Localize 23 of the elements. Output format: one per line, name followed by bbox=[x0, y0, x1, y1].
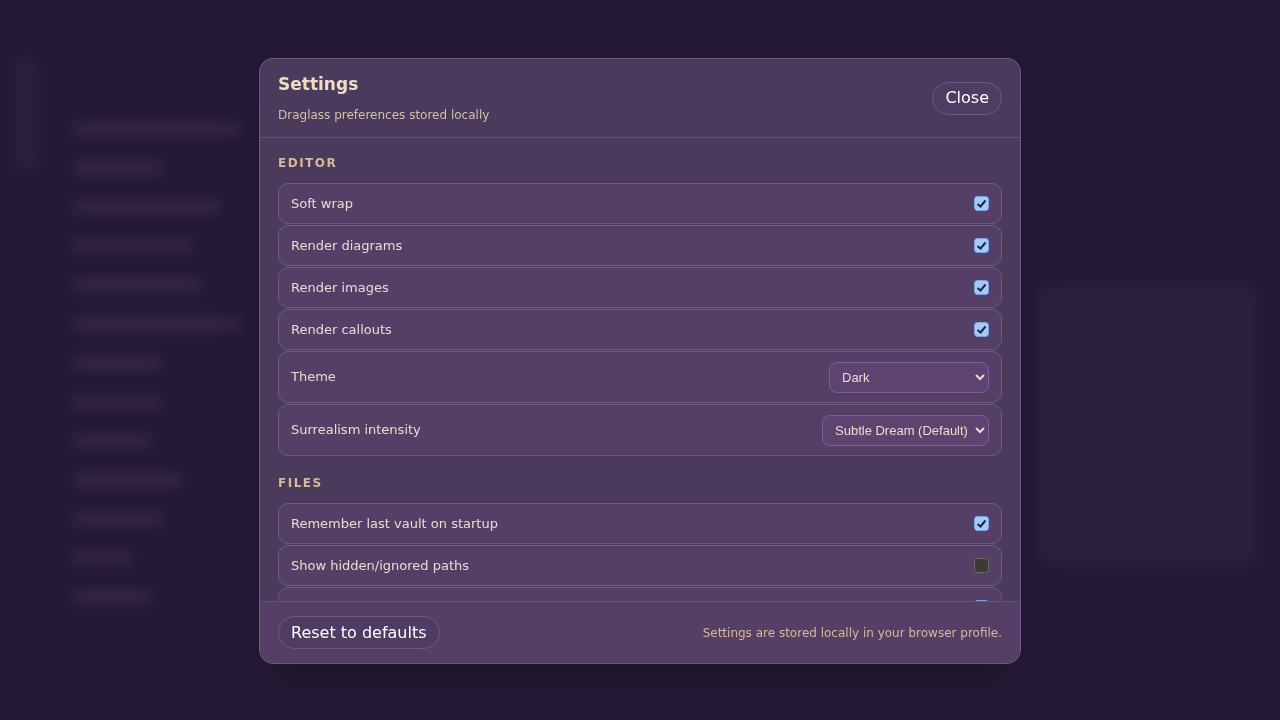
section-heading: EDITOR bbox=[278, 155, 339, 172]
close-button[interactable]: Close bbox=[932, 81, 1002, 115]
setting-label: Render callouts bbox=[291, 320, 392, 339]
setting-label: Show hidden/ignored paths bbox=[291, 556, 469, 575]
dialog-title: Settings bbox=[278, 73, 360, 97]
setting-label: Render diagrams bbox=[291, 236, 403, 255]
setting-label: Theme bbox=[291, 368, 336, 387]
checkbox[interactable] bbox=[974, 516, 989, 531]
setting-label: Surrealism intensity bbox=[291, 421, 421, 440]
setting-label: Render images bbox=[291, 278, 389, 297]
footer-note: Settings are stored locally in your browser profile. bbox=[702, 624, 1002, 642]
checkbox[interactable] bbox=[974, 322, 989, 337]
checkbox[interactable] bbox=[974, 280, 989, 295]
setting-label: Soft wrap bbox=[291, 194, 353, 213]
checkbox[interactable] bbox=[974, 558, 989, 573]
dropdown[interactable]: Dark bbox=[829, 361, 989, 393]
section-heading: FILES bbox=[278, 475, 324, 492]
dialog-subtitle: Draglass preferences stored locally bbox=[278, 106, 490, 124]
dropdown[interactable]: Subtle Dream (Default) bbox=[822, 414, 989, 446]
setting-label: Remember last vault on startup bbox=[291, 514, 498, 533]
reset-button[interactable]: Reset to defaults bbox=[278, 616, 440, 649]
checkbox[interactable] bbox=[974, 196, 989, 211]
checkbox[interactable] bbox=[974, 238, 989, 253]
